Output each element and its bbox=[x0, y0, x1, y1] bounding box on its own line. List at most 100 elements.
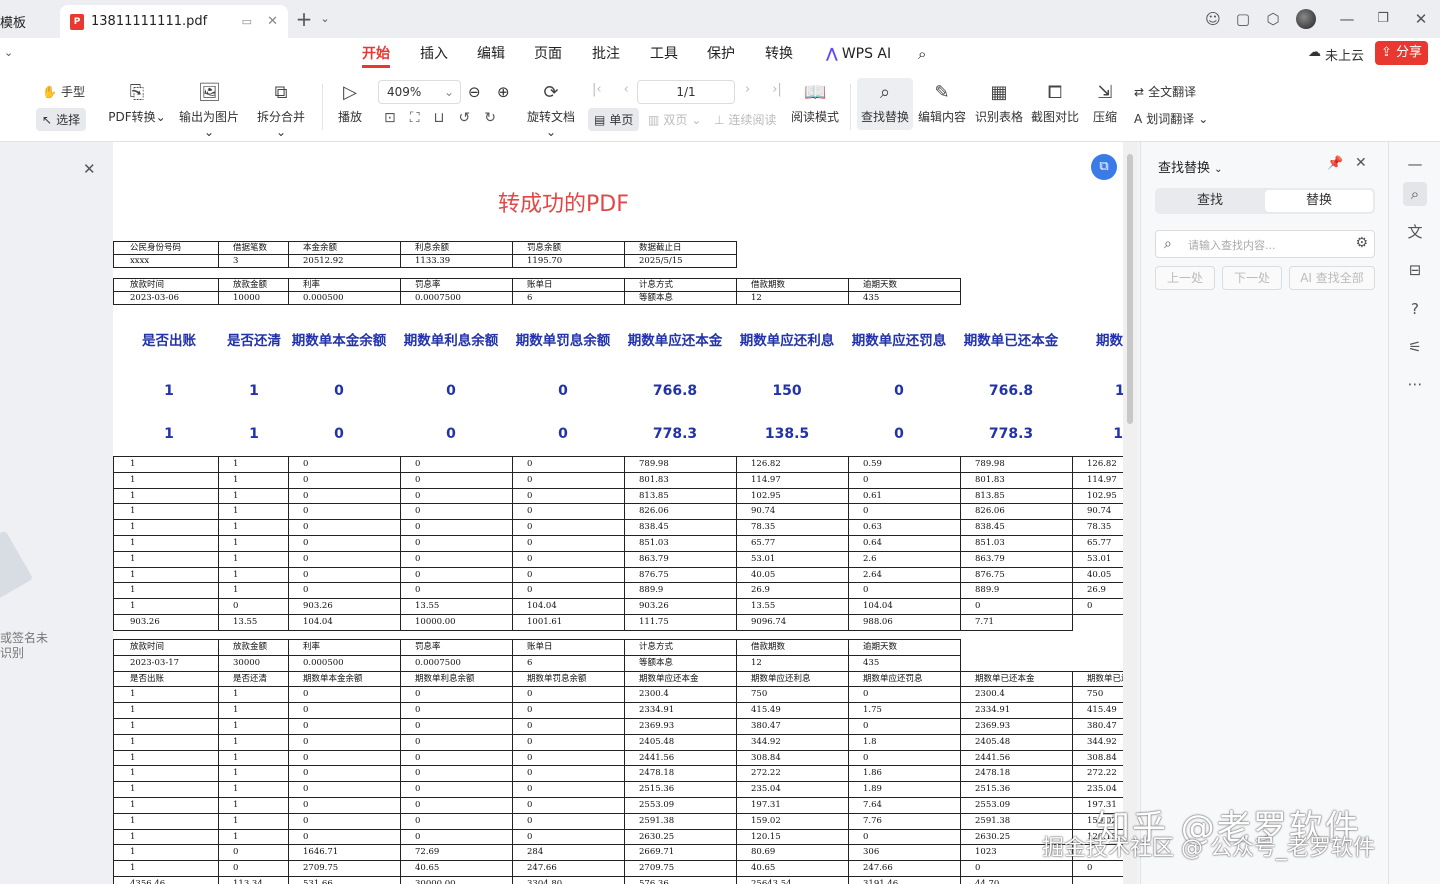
menu-convert[interactable]: 转换 bbox=[765, 44, 793, 68]
compress-button[interactable]: ⇲ 压缩 bbox=[1090, 82, 1120, 125]
tab-find[interactable]: 查找 bbox=[1157, 190, 1263, 212]
share-button[interactable]: ⇪ 分享 bbox=[1375, 41, 1428, 65]
pdf-page[interactable]: 转成功的PDF ⧉ 公民身份号码 借据笔数 本金余额 利息余额 罚息余额 数据截止日 xxx… bbox=[113, 142, 1123, 884]
table-cell: 53.01 bbox=[1072, 550, 1123, 568]
screenshot-compare-button[interactable]: ⧠ 截图对比 bbox=[1030, 82, 1080, 125]
prev-page-icon[interactable]: ‹ bbox=[624, 82, 629, 97]
zoom-out-icon[interactable]: ⊖ bbox=[468, 83, 481, 101]
double-page-label: 双页 bbox=[663, 113, 688, 127]
hand-tool-button[interactable]: ✋ 手型 bbox=[42, 83, 85, 100]
menu-wps-ai[interactable]: ⋀ WPS AI bbox=[826, 44, 891, 68]
table-cell: 1195.70 bbox=[512, 254, 625, 268]
vertical-scrollbar[interactable] bbox=[1123, 142, 1137, 884]
menu-tools[interactable]: 工具 bbox=[650, 44, 678, 68]
single-page-button[interactable]: ▤ 单页 bbox=[588, 108, 640, 131]
table-cell: 306 bbox=[848, 844, 961, 862]
read-mode-button[interactable]: 📖 阅读模式 bbox=[790, 82, 840, 125]
scroll-thumb[interactable] bbox=[1127, 154, 1133, 424]
split-merge-button[interactable]: ⧉ 拆分合并⌄ bbox=[252, 82, 310, 139]
table-cell: 126.82 bbox=[736, 456, 849, 473]
next-result-button[interactable]: 下一处 bbox=[1222, 266, 1282, 290]
menu-insert[interactable]: 插入 bbox=[420, 44, 448, 68]
big-cell: 0 bbox=[446, 426, 456, 442]
zoom-select[interactable]: 409% ⌄ bbox=[378, 80, 461, 104]
menu-dropdown-chevron-icon[interactable]: ⌄ bbox=[4, 46, 13, 59]
table-cell: xxxx bbox=[113, 254, 219, 268]
table-row: 1 1 0 0 0 2553.09 197.31 7.64 2553.09 197.31 bbox=[113, 796, 1123, 814]
search-input[interactable]: ⌕ 请输入查找内容... ⚙ bbox=[1155, 230, 1375, 258]
search-icon[interactable]: ⌕ bbox=[918, 44, 926, 68]
full-translate-button[interactable]: ⇄ 全文翻译 bbox=[1134, 83, 1196, 100]
screenshot-compare-label: 截图对比 bbox=[1030, 110, 1079, 124]
pdf-convert-button[interactable]: ⎘ PDF转换⌄ bbox=[108, 82, 166, 125]
translate-icon[interactable]: 文 bbox=[1403, 220, 1427, 244]
collapse-icon[interactable]: — bbox=[1403, 152, 1427, 176]
last-page-icon[interactable]: ›| bbox=[772, 82, 782, 97]
more-icon[interactable]: ⋯ bbox=[1403, 372, 1427, 396]
find-replace-button[interactable]: ⌕ 查找替换 bbox=[857, 78, 913, 130]
ai-find-all-button[interactable]: AI 查找全部 bbox=[1289, 266, 1375, 290]
select-tool-button[interactable]: ↖ 选择 bbox=[36, 108, 87, 131]
avatar[interactable] bbox=[1296, 9, 1316, 29]
fit-width-icon[interactable]: ⊔ bbox=[434, 110, 445, 126]
table-cell: 0 bbox=[400, 686, 513, 704]
export-image-button[interactable]: 🖼 输出为图片⌄ bbox=[174, 82, 244, 139]
skin-icon[interactable]: ☺ bbox=[1200, 0, 1226, 38]
tab-templates[interactable]: 模板 bbox=[0, 5, 48, 38]
play-button[interactable]: ▷ 播放 bbox=[335, 82, 365, 125]
table-cell: 2553.09 bbox=[624, 796, 737, 814]
table-cell: 7.76 bbox=[848, 812, 961, 830]
menu-protect[interactable]: 保护 bbox=[707, 44, 735, 68]
panel-title[interactable]: 查找替换 ⌄ bbox=[1158, 157, 1223, 176]
table-cell: 0 bbox=[288, 686, 401, 704]
menu-annotate[interactable]: 批注 bbox=[592, 44, 620, 68]
tab-window-icon[interactable]: ▭ bbox=[242, 15, 252, 28]
first-page-icon[interactable]: |‹ bbox=[592, 82, 602, 97]
layout-icon[interactable]: ▢ bbox=[1230, 0, 1256, 38]
tab-list-chevron-icon[interactable]: ⌄ bbox=[312, 0, 338, 38]
table-cell: 0 bbox=[288, 534, 401, 552]
table-cell: 7.64 bbox=[848, 796, 961, 814]
tab-replace[interactable]: 替换 bbox=[1265, 190, 1373, 212]
tab-document[interactable]: P 13811111111.pdf ▭ ✕ bbox=[60, 5, 288, 38]
search-icon[interactable]: ⌕ bbox=[1403, 182, 1427, 206]
double-page-button[interactable]: ▥ 双页 ⌄ bbox=[648, 111, 701, 128]
table-cell: 0 bbox=[848, 582, 961, 600]
menu-page[interactable]: 页面 bbox=[534, 44, 562, 68]
table-cell: 0 bbox=[512, 686, 625, 704]
tab-close-icon[interactable]: ✕ bbox=[267, 14, 278, 29]
bookmark-icon[interactable]: ⊟ bbox=[1403, 258, 1427, 282]
search-settings-icon[interactable]: ⚙ bbox=[1355, 235, 1368, 251]
close-panel-icon[interactable]: ✕ bbox=[83, 160, 96, 178]
cube-icon[interactable]: ⬡ bbox=[1260, 0, 1286, 38]
floating-assistant-icon[interactable]: ⧉ bbox=[1091, 154, 1117, 180]
close-window-icon[interactable]: ✕ bbox=[1408, 0, 1434, 38]
minimize-icon[interactable]: — bbox=[1334, 0, 1360, 38]
recognize-table-button[interactable]: ▦ 识别表格 bbox=[974, 82, 1024, 125]
word-translate-button[interactable]: A 划词翻译 ⌄ bbox=[1134, 110, 1208, 127]
restore-icon[interactable]: ❐ bbox=[1370, 0, 1396, 38]
actual-size-icon[interactable]: ⊡ bbox=[384, 110, 396, 126]
zoom-in-icon[interactable]: ⊕ bbox=[497, 83, 510, 101]
menu-home[interactable]: 开始 bbox=[362, 44, 390, 68]
cloud-status[interactable]: ☁ 未上云 bbox=[1308, 45, 1364, 64]
rotate-right-icon[interactable]: ↻ bbox=[484, 110, 496, 126]
close-panel-icon[interactable]: ✕ bbox=[1355, 155, 1367, 171]
edit-content-button[interactable]: ✎ 编辑内容 bbox=[917, 82, 967, 125]
prev-result-button[interactable]: 上一处 bbox=[1155, 266, 1215, 290]
rotate-document-button[interactable]: ⟳ 旋转文档⌄ bbox=[522, 82, 580, 139]
table-cell: 415.49 bbox=[1072, 702, 1123, 719]
adjust-icon[interactable]: ⚟ bbox=[1403, 335, 1427, 359]
pin-icon[interactable]: 📌 bbox=[1327, 156, 1343, 171]
big-cell: 1 bbox=[164, 426, 174, 442]
continuous-read-button[interactable]: ⊥ 连续阅读 bbox=[714, 111, 776, 128]
fit-page-icon[interactable]: ⛶ bbox=[410, 110, 420, 126]
table-cell: 1 bbox=[113, 844, 219, 862]
table-cell: 账单日 bbox=[512, 278, 625, 292]
single-page-label: 单页 bbox=[609, 113, 634, 127]
menu-edit[interactable]: 编辑 bbox=[477, 44, 505, 68]
help-icon[interactable]: ? bbox=[1403, 297, 1427, 321]
page-number-input[interactable]: 1/1 bbox=[637, 80, 735, 104]
rotate-left-icon[interactable]: ↺ bbox=[458, 110, 470, 126]
next-page-icon[interactable]: › bbox=[745, 82, 750, 97]
